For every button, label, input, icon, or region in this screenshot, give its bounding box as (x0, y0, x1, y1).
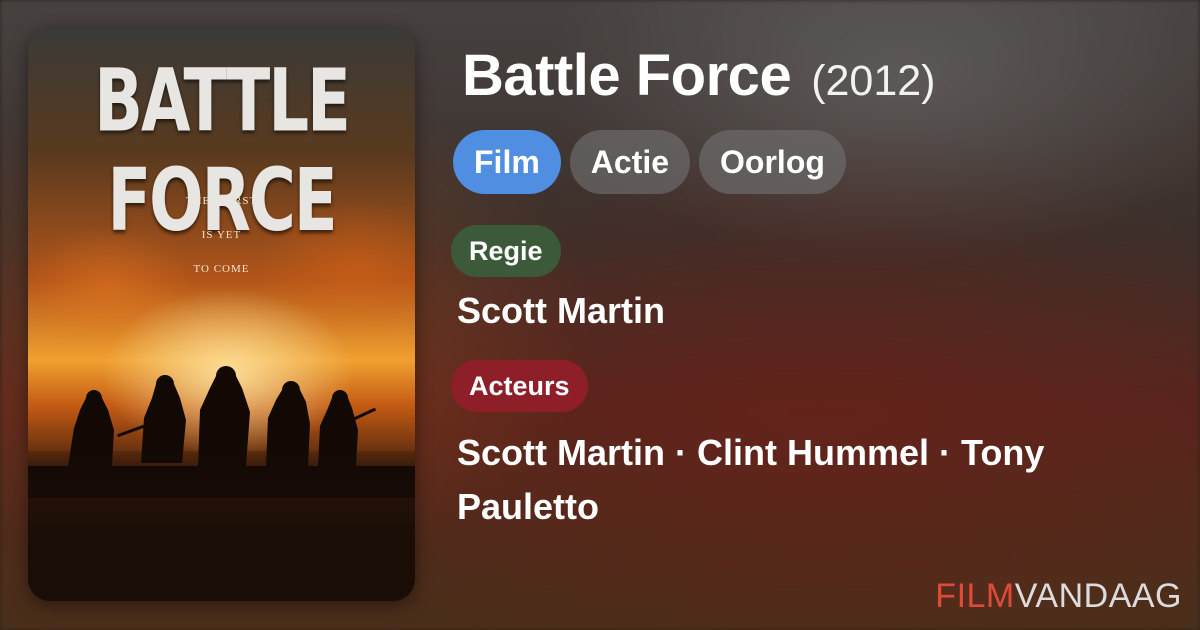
movie-poster[interactable]: BATTLE FORCE THE WORST IS YET TO COME (28, 28, 415, 601)
genre-tag-actie[interactable]: Actie (569, 130, 691, 194)
cast-member[interactable]: Scott Martin (457, 432, 665, 473)
director-label: Regie (451, 225, 561, 277)
brand-part-film: FILM (935, 577, 1015, 615)
movie-title: Battle Force (462, 43, 792, 108)
director-name[interactable]: Scott Martin (457, 290, 665, 332)
poster-tagline-line: THE WORST (185, 195, 258, 207)
movie-year: (2012) (811, 57, 936, 105)
genre-tags: Film Actie Oorlog (453, 130, 846, 194)
poster-ground (28, 451, 415, 601)
filmvandaag-logo[interactable]: FILMVANDAAG (935, 577, 1182, 616)
poster-tagline: THE WORST IS YET TO COME (28, 184, 415, 286)
poster-tagline-line: TO COME (193, 263, 250, 275)
cast-member[interactable]: Clint Hummel (697, 432, 929, 473)
poster-tagline-line: IS YET (201, 229, 242, 241)
cast-list: Scott Martin · Clint Hummel · Tony Pauletto (457, 426, 1157, 534)
separator: · (939, 432, 952, 473)
genre-tag-film[interactable]: Film (453, 130, 561, 194)
separator: · (675, 432, 688, 473)
genre-tag-oorlog[interactable]: Oorlog (699, 130, 846, 194)
cast-label: Acteurs (451, 360, 588, 412)
brand-part-vandaag: VANDAAG (1014, 577, 1182, 615)
movie-heading: Battle Force (2012) (462, 42, 936, 109)
